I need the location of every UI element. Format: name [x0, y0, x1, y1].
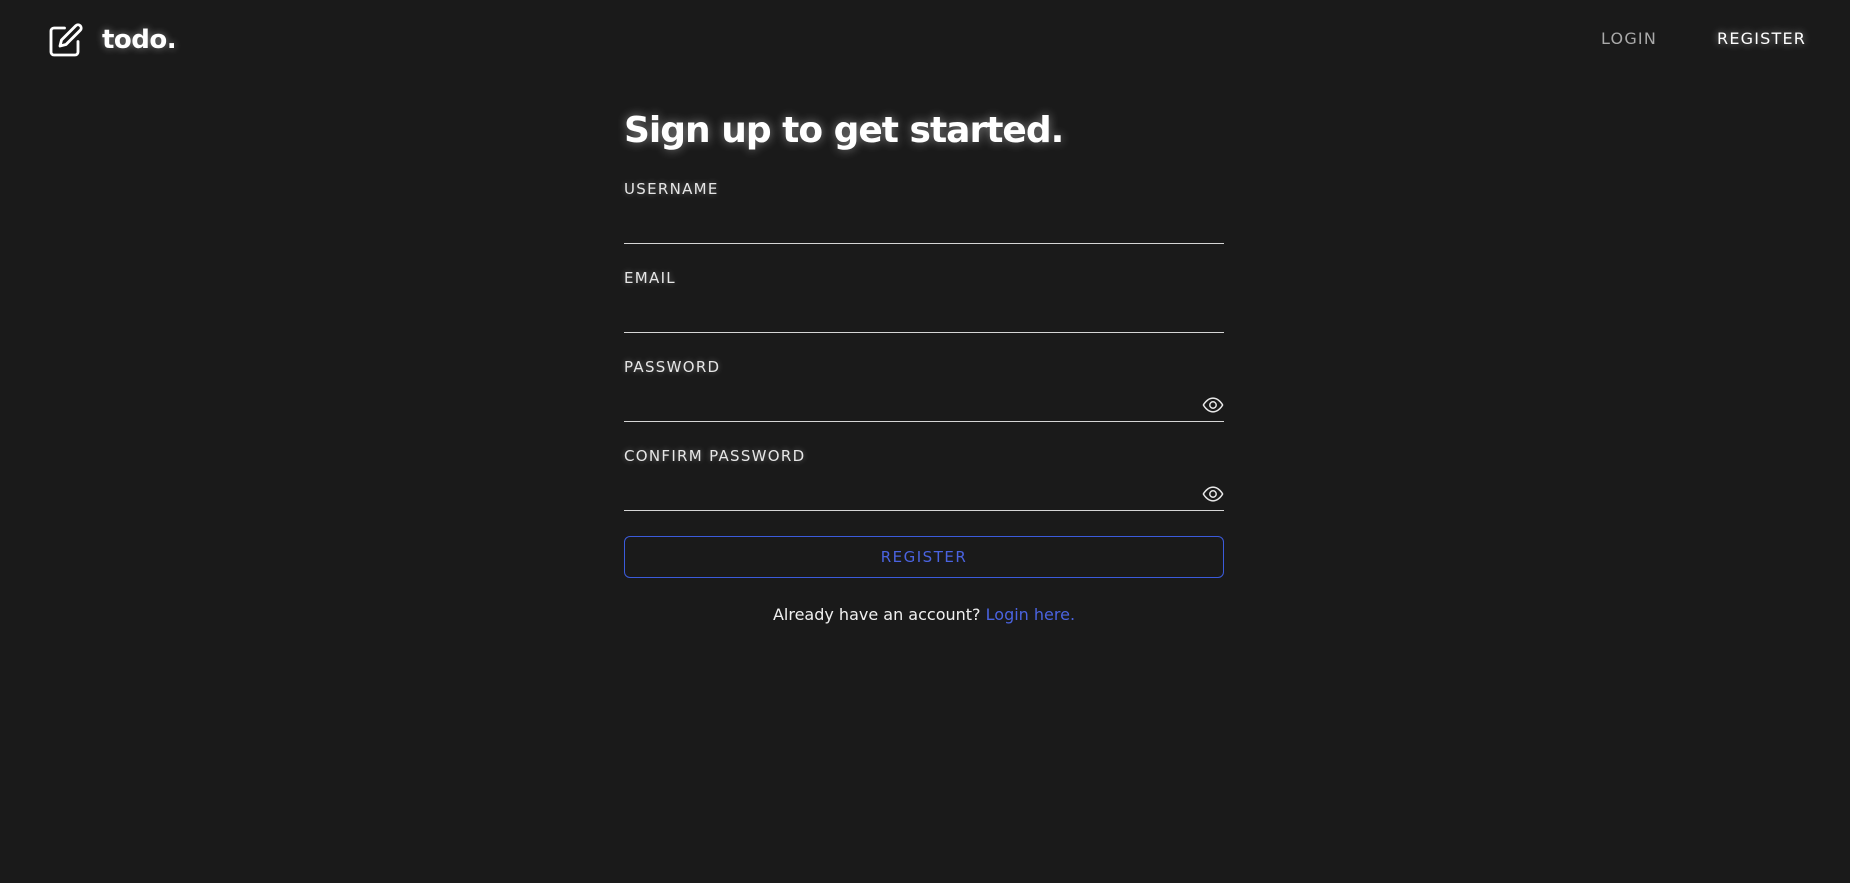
- username-field-group: USERNAME: [624, 180, 1224, 269]
- nav-login-link[interactable]: LOGIN: [1601, 29, 1657, 48]
- email-input[interactable]: [624, 295, 1224, 333]
- password-input[interactable]: [624, 384, 1224, 422]
- password-visibility-eye-icon[interactable]: [1202, 394, 1224, 416]
- confirm-password-label: CONFIRM PASSWORD: [624, 447, 806, 465]
- pencil-square-icon: [48, 22, 84, 58]
- register-form: Sign up to get started. USERNAME EMAIL P…: [624, 105, 1224, 624]
- email-field-group: EMAIL: [624, 269, 1224, 358]
- confirm-password-field-group: CONFIRM PASSWORD: [624, 447, 1224, 536]
- username-label: USERNAME: [624, 180, 719, 198]
- login-prompt: Already have an account? Login here.: [624, 605, 1224, 624]
- password-label: PASSWORD: [624, 358, 721, 376]
- register-submit-button[interactable]: REGISTER: [624, 536, 1224, 578]
- email-label: EMAIL: [624, 269, 676, 287]
- nav-register-link[interactable]: REGISTER: [1717, 29, 1806, 48]
- navbar: todo. LOGIN REGISTER: [0, 0, 1850, 80]
- confirm-password-visibility-eye-icon[interactable]: [1202, 483, 1224, 505]
- page-title: Sign up to get started.: [624, 110, 1064, 151]
- login-here-link[interactable]: Login here.: [986, 605, 1075, 624]
- confirm-password-input[interactable]: [624, 473, 1224, 511]
- password-field-group: PASSWORD: [624, 358, 1224, 447]
- brand-link[interactable]: todo.: [48, 21, 177, 59]
- login-prompt-text: Already have an account?: [772, 605, 981, 624]
- brand-name: todo.: [102, 25, 177, 55]
- username-input[interactable]: [624, 206, 1224, 244]
